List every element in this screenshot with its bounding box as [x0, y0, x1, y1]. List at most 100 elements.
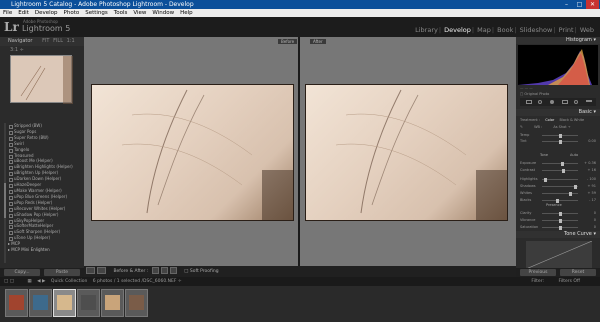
scrollbar-thumb[interactable] — [4, 183, 6, 218]
screen-1-icon[interactable]: □ — [4, 279, 8, 284]
presets-scrollbar[interactable] — [4, 123, 6, 263]
slider-track[interactable] — [542, 170, 578, 171]
brush-icon[interactable] — [586, 100, 592, 102]
slider-track[interactable] — [542, 200, 578, 201]
module-develop[interactable]: Develop — [444, 26, 471, 34]
navigator-header[interactable]: Navigator FIT FILL 1:1 3:1 ÷ — [0, 37, 84, 53]
module-map[interactable]: Map — [477, 26, 491, 34]
spot-removal-icon[interactable] — [538, 100, 542, 104]
slider-tint[interactable]: Tint 0.00 — [520, 138, 596, 145]
basic-header[interactable]: Basic ▾ — [516, 109, 600, 116]
module-book[interactable]: Book — [497, 26, 513, 34]
paste-button[interactable]: Paste — [44, 269, 80, 276]
minimize-icon[interactable]: – — [560, 0, 573, 9]
slider-value[interactable]: - 17 — [589, 197, 596, 204]
slider-knob[interactable] — [543, 177, 547, 182]
slider-saturation[interactable]: Saturation 0 — [520, 224, 596, 231]
slider-clarity[interactable]: Clarity 0 — [520, 210, 596, 217]
navigator-preview[interactable] — [10, 55, 73, 104]
close-icon[interactable]: ✕ — [586, 0, 599, 9]
slider-value[interactable]: 0 — [594, 224, 596, 231]
preset-folder[interactable]: ▸ MCP Mini Enlighten — [8, 247, 80, 253]
menu-view[interactable]: View — [133, 10, 146, 16]
module-web[interactable]: Web — [580, 26, 594, 34]
filmstrip-thumbnail[interactable] — [5, 289, 28, 317]
slider-knob[interactable] — [559, 225, 562, 230]
auto-tone-button[interactable]: Auto — [570, 153, 578, 157]
menu-file[interactable]: File — [3, 10, 12, 16]
treatment-color[interactable]: Color — [545, 118, 554, 122]
radial-filter-icon[interactable] — [574, 100, 578, 104]
slider-value[interactable]: - 100 — [587, 176, 596, 183]
zoom-fit[interactable]: FIT — [42, 38, 49, 44]
filmstrip-thumbnail[interactable] — [125, 289, 148, 317]
slider-track[interactable] — [542, 186, 578, 187]
slider-shadows[interactable]: Shadows + 91 — [520, 183, 596, 190]
previous-button[interactable]: Previous — [520, 269, 556, 276]
slider-whites[interactable]: Whites + 59 — [520, 190, 596, 197]
wb-select[interactable]: As Shot ÷ — [553, 125, 570, 129]
module-slideshow[interactable]: Slideshow — [520, 26, 553, 34]
slider-knob[interactable] — [569, 191, 573, 196]
slider-value[interactable]: 0.00 — [588, 138, 596, 145]
menu-edit[interactable]: Edit — [18, 10, 29, 16]
slider-vibrance[interactable]: Vibrance 0 — [520, 217, 596, 224]
loupe-view-icon[interactable] — [86, 267, 95, 274]
copy-settings-icon[interactable] — [160, 267, 168, 274]
module-library[interactable]: Library — [415, 26, 438, 34]
slider-knob[interactable] — [559, 139, 562, 144]
preset-item[interactable]: uTone Up (Helper) — [8, 235, 80, 242]
eyedropper-icon[interactable]: ✎ — [520, 125, 523, 129]
slider-value[interactable]: + 59 — [588, 190, 597, 197]
histogram-header[interactable]: Histogram ▾ — [516, 37, 600, 44]
menu-settings[interactable]: Settings — [85, 10, 108, 16]
slider-contrast[interactable]: Contrast + 16 — [520, 167, 596, 174]
zoom-1-1[interactable]: 1:1 — [67, 38, 75, 44]
graduated-filter-icon[interactable] — [562, 100, 568, 104]
original-photo-checkbox[interactable]: □ Original Photo — [520, 92, 549, 96]
slider-value[interactable]: + 91 — [588, 183, 597, 190]
slider-track[interactable] — [542, 193, 578, 194]
before-photo[interactable] — [92, 85, 293, 220]
filmstrip-thumbnail[interactable] — [77, 289, 100, 317]
filmstrip-thumbnail[interactable] — [101, 289, 124, 317]
reset-button[interactable]: Reset — [560, 269, 596, 276]
zoom-fill[interactable]: FILL — [53, 38, 63, 44]
treatment-bw[interactable]: Black & White — [560, 118, 585, 122]
slider-knob[interactable] — [559, 211, 562, 216]
menu-window[interactable]: Window — [152, 10, 174, 16]
crop-icon[interactable] — [526, 100, 532, 104]
maximize-icon[interactable]: □ — [573, 0, 586, 9]
menu-develop[interactable]: Develop — [35, 10, 58, 16]
slider-knob[interactable] — [562, 168, 566, 173]
swap-icon[interactable] — [151, 267, 159, 274]
red-eye-icon[interactable] — [550, 100, 554, 104]
filmstrip-thumbnail[interactable] — [53, 289, 76, 317]
slider-value[interactable]: 0 — [594, 210, 596, 217]
slider-knob[interactable] — [555, 198, 559, 203]
menu-help[interactable]: Help — [180, 10, 193, 16]
tone-curve-graph[interactable] — [525, 240, 593, 270]
soft-proofing-checkbox[interactable]: □ Soft Proofing — [184, 269, 218, 274]
slider-highlights[interactable]: Highlights - 100 — [520, 176, 596, 183]
forward-icon[interactable]: ▶ — [42, 279, 45, 284]
slider-exposure[interactable]: Exposure + 0.36 — [520, 160, 596, 167]
slider-knob[interactable] — [574, 184, 578, 189]
zoom-custom[interactable]: 3:1 ÷ — [10, 47, 24, 53]
filmstrip-thumbnail[interactable] — [29, 289, 52, 317]
grid-icon[interactable]: ▦ — [27, 279, 31, 284]
slider-track[interactable] — [542, 179, 578, 180]
selection-info[interactable]: 6 photos / 1 selected /DSC_6060.NEF ÷ — [93, 279, 182, 284]
slider-knob[interactable] — [560, 161, 564, 166]
slider-value[interactable]: 0 — [594, 217, 596, 224]
filter-select[interactable]: Filters Off — [558, 277, 580, 286]
tone-curve-header[interactable]: Tone Curve ▾ — [516, 231, 600, 238]
slider-knob[interactable] — [559, 218, 562, 223]
copy-button[interactable]: Copy... — [4, 269, 40, 276]
slider-knob[interactable] — [559, 133, 562, 138]
screen-2-icon[interactable]: □ — [10, 279, 14, 284]
menu-tools[interactable]: Tools — [114, 10, 128, 16]
after-photo[interactable] — [306, 85, 507, 220]
quick-collection[interactable]: Quick Collection — [51, 279, 87, 284]
slider-value[interactable]: + 16 — [588, 167, 597, 174]
